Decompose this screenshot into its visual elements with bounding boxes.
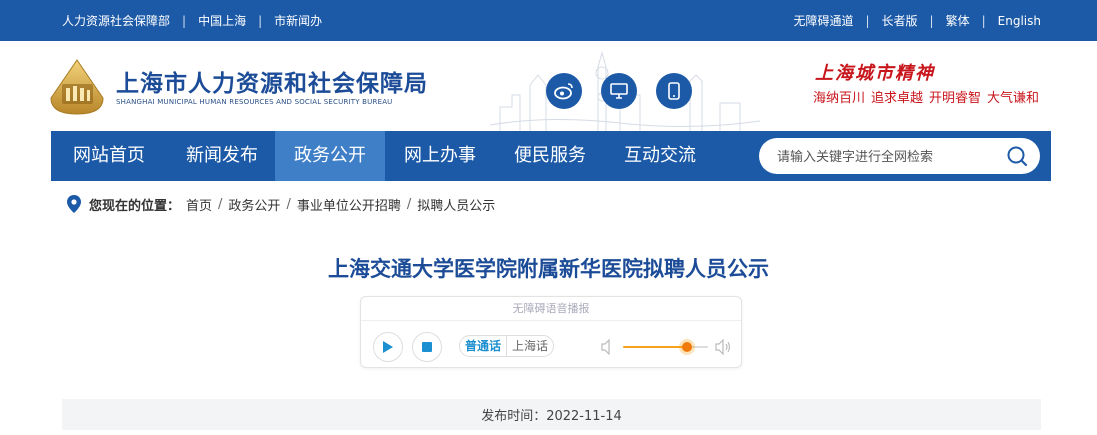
top-link-news-office[interactable]: 市新闻办 xyxy=(274,12,322,29)
breadcrumb-item-home[interactable]: 首页 xyxy=(186,195,212,214)
nav-item-home[interactable]: 网站首页 xyxy=(51,131,167,181)
breadcrumb-item-current[interactable]: 拟聘人员公示 xyxy=(417,195,495,214)
lang-option-shanghainese[interactable]: 上海话 xyxy=(506,336,553,356)
player-header: 无障碍语音播报 xyxy=(361,297,741,321)
publish-date: 发布时间：2022-11-14 xyxy=(481,409,622,424)
article-title: 上海交通大学医学院附属新华医院拟聘人员公示 xyxy=(328,257,769,281)
breadcrumb-separator: / xyxy=(286,196,291,212)
nav-item-online-services[interactable]: 网上办事 xyxy=(385,131,495,181)
audio-player: 无障碍语音播报 普通话 上海话 xyxy=(360,296,742,368)
breadcrumb-label: 您现在的位置： xyxy=(89,198,181,214)
lang-option-mandarin[interactable]: 普通话 xyxy=(460,336,506,356)
weibo-button[interactable] xyxy=(546,73,582,109)
stop-button[interactable] xyxy=(412,332,442,362)
top-link-china-shanghai[interactable]: 中国上海 xyxy=(198,12,246,29)
spirit-word: 开明睿智 xyxy=(929,91,982,106)
volume-knob[interactable] xyxy=(681,342,692,352)
spirit-word: 海纳百川 xyxy=(813,91,866,106)
desktop-icon xyxy=(610,83,628,99)
separator: | xyxy=(182,13,187,28)
top-link-english[interactable]: English xyxy=(998,14,1041,28)
separator: | xyxy=(981,13,986,28)
search-input[interactable] xyxy=(777,138,997,174)
nav-item-government-affairs[interactable]: 政务公开 xyxy=(275,131,385,181)
volume-slider[interactable] xyxy=(623,342,708,352)
top-links-left: 人力资源社会保障部 | 中国上海 | 市新闻办 xyxy=(62,0,322,41)
language-switch: 普通话 上海话 xyxy=(459,335,555,357)
play-button[interactable] xyxy=(373,332,403,362)
volume-down-icon[interactable] xyxy=(601,339,615,355)
volume-up-icon[interactable] xyxy=(715,339,731,355)
city-spirit-words: 海纳百川 追求卓越 开明睿智 大气谦和 xyxy=(813,87,1039,106)
separator: | xyxy=(929,13,934,28)
top-link-traditional[interactable]: 繁体 xyxy=(946,12,970,29)
top-link-accessibility[interactable]: 无障碍通道 xyxy=(793,12,853,29)
site-header: 上海市人力资源和社会保障局 SHANGHAI MUNICIPAL HUMAN R… xyxy=(0,41,1097,131)
breadcrumb-separator: / xyxy=(218,196,223,212)
weibo-icon xyxy=(554,83,573,100)
breadcrumb-item-government-affairs[interactable]: 政务公开 xyxy=(228,195,280,214)
volume-fill xyxy=(623,346,687,348)
bureau-emblem-icon[interactable] xyxy=(50,58,105,116)
breadcrumb: 您现在的位置： 首页 / 政务公开 / 事业单位公开招聘 / 拟聘人员公示 xyxy=(67,194,495,214)
search-box xyxy=(759,138,1040,174)
search-icon[interactable] xyxy=(1006,145,1028,167)
mobile-site-button[interactable] xyxy=(656,73,692,109)
spirit-word: 追求卓越 xyxy=(871,91,924,106)
breadcrumb-item-recruitment[interactable]: 事业单位公开招聘 xyxy=(297,195,401,214)
site-title-english: SHANGHAI MUNICIPAL HUMAN RESOURCES AND S… xyxy=(116,98,393,106)
nav-item-convenience[interactable]: 便民服务 xyxy=(495,131,605,181)
stop-icon xyxy=(422,342,432,352)
nav-item-interaction[interactable]: 互动交流 xyxy=(605,131,715,181)
mobile-icon xyxy=(668,82,680,100)
separator: | xyxy=(258,13,263,28)
breadcrumb-separator: / xyxy=(406,196,412,212)
top-links-right: 无障碍通道 | 长者版 | 繁体 | English xyxy=(793,0,1041,41)
desktop-site-button[interactable] xyxy=(601,73,637,109)
play-icon xyxy=(383,341,393,353)
separator: | xyxy=(865,13,870,28)
top-bar: 人力资源社会保障部 | 中国上海 | 市新闻办 无障碍通道 | 长者版 | 繁体… xyxy=(0,0,1097,41)
city-spirit-title: 上海城市精神 xyxy=(815,63,935,84)
spirit-word: 大气谦和 xyxy=(987,91,1040,106)
top-link-elder-version[interactable]: 长者版 xyxy=(882,12,918,29)
publish-info-bar: 发布时间：2022-11-14 xyxy=(62,399,1041,430)
main-nav: 网站首页 新闻发布 政务公开 网上办事 便民服务 互动交流 xyxy=(51,131,1051,181)
site-title[interactable]: 上海市人力资源和社会保障局 xyxy=(116,64,428,98)
nav-item-news[interactable]: 新闻发布 xyxy=(167,131,277,181)
location-pin-icon xyxy=(67,195,81,213)
top-link-mohrss[interactable]: 人力资源社会保障部 xyxy=(62,12,170,29)
